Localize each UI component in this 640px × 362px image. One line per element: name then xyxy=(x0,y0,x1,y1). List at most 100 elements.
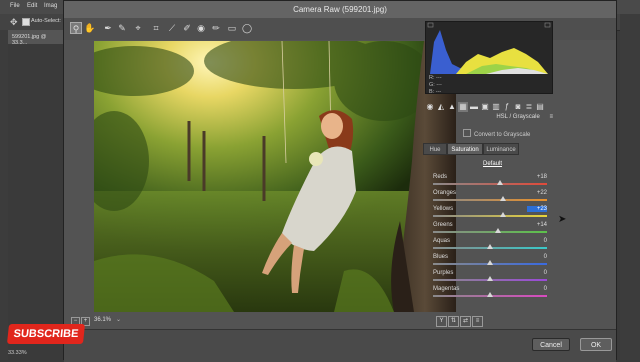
tone-curve-icon[interactable]: ◭ xyxy=(436,102,446,112)
slider-thumb-aquas[interactable] xyxy=(487,244,493,249)
lens-corrections-icon[interactable]: ▣ xyxy=(480,102,490,112)
slider-value-magentas[interactable]: 0 xyxy=(527,286,547,292)
before-after-icon[interactable]: Y xyxy=(436,316,447,327)
fx-icon[interactable]: ƒ xyxy=(502,102,512,112)
zoom-icon[interactable]: ⚲ xyxy=(70,22,82,34)
detail-icon[interactable]: ▲ xyxy=(447,102,457,112)
menu-edit[interactable]: Edit xyxy=(27,3,37,9)
r-value: --- xyxy=(436,75,442,81)
slider-value-aquas[interactable]: 0 xyxy=(527,238,547,244)
slider-yellows[interactable]: Yellows +23 xyxy=(433,206,553,222)
slider-label-blues: Blues xyxy=(433,254,449,260)
slider-oranges[interactable]: Oranges +22 xyxy=(433,190,553,206)
ps-right-panel xyxy=(620,14,640,360)
zoom-bar: − + 36.1% ⌄ Y ⇅ ⇄ ≡ xyxy=(64,314,484,328)
slider-magentas[interactable]: Magentas 0 xyxy=(433,286,553,302)
menu-image[interactable]: Imag xyxy=(44,3,57,9)
white-balance-icon[interactable]: ✒ xyxy=(102,22,114,34)
dialog-bottom-bar: Cancel OK xyxy=(64,329,616,362)
slider-thumb-greens[interactable] xyxy=(494,228,501,233)
slider-thumb-blues[interactable] xyxy=(487,260,493,265)
hand-icon[interactable]: ✋ xyxy=(84,22,96,34)
auto-select-label: Auto-Select: xyxy=(31,18,61,24)
g-label: G: xyxy=(429,82,435,88)
slider-label-aquas: Aquas xyxy=(433,238,451,244)
tab-saturation[interactable]: Saturation xyxy=(447,143,483,155)
slider-track-yellows[interactable] xyxy=(433,215,547,217)
swap-settings-icon[interactable]: ⇅ xyxy=(448,316,459,327)
ok-button[interactable]: OK xyxy=(580,338,612,351)
cancel-button[interactable]: Cancel xyxy=(532,338,570,351)
slider-track-greens[interactable] xyxy=(433,231,547,233)
slider-thumb-yellows[interactable] xyxy=(500,212,507,217)
panel-title: HSL / Grayscale ≡ xyxy=(423,114,553,124)
preferences-icon[interactable]: ≡ xyxy=(472,316,483,327)
auto-select-checkbox[interactable] xyxy=(22,18,30,26)
slider-value-blues[interactable]: 0 xyxy=(527,254,547,260)
slider-label-oranges: Oranges xyxy=(433,190,457,196)
move-tool-icon[interactable]: ✥ xyxy=(10,17,18,28)
adjustment-brush-icon[interactable]: ✏ xyxy=(210,22,222,34)
slider-track-reds[interactable] xyxy=(433,183,547,185)
slider-greens[interactable]: Greens +14 xyxy=(433,222,553,238)
rgb-readout: R: --- G: --- B: --- xyxy=(429,75,489,96)
slider-thumb-magentas[interactable] xyxy=(487,292,493,297)
hsl-tabs: Hue Saturation Luminance xyxy=(423,143,553,156)
straighten-icon[interactable]: ⟋ xyxy=(166,22,178,34)
convert-grayscale-label: Convert to Grayscale xyxy=(474,132,531,138)
slider-value-purples[interactable]: 0 xyxy=(527,270,547,276)
slider-aquas[interactable]: Aquas 0 xyxy=(433,238,553,254)
panel-menu-icon[interactable]: ≡ xyxy=(549,114,553,120)
target-adjust-icon[interactable]: ⌖ xyxy=(132,22,144,34)
slider-label-magentas: Magentas xyxy=(433,286,460,292)
basic-panel-icon[interactable]: ◉ xyxy=(425,102,435,112)
tab-luminance[interactable]: Luminance xyxy=(483,143,519,155)
red-eye-icon[interactable]: ◉ xyxy=(195,22,207,34)
menu-file[interactable]: File xyxy=(10,3,20,9)
copy-settings-icon[interactable]: ⇄ xyxy=(460,316,471,327)
hsl-icon[interactable]: ▦ xyxy=(458,102,468,112)
slider-reds[interactable]: Reds +18 xyxy=(433,174,553,190)
spot-removal-icon[interactable]: ✐ xyxy=(181,22,193,34)
image-preview[interactable] xyxy=(94,41,456,312)
slider-thumb-oranges[interactable] xyxy=(499,196,506,201)
effects-icon[interactable]: ▥ xyxy=(491,102,501,112)
crop-icon[interactable]: ⌗ xyxy=(150,22,162,34)
slider-track-oranges[interactable] xyxy=(433,199,547,201)
image-preview-frame xyxy=(94,41,456,312)
graduated-filter-icon[interactable]: ▭ xyxy=(226,22,238,34)
radial-filter-icon[interactable]: ◯ xyxy=(241,22,253,34)
ps-document-tab[interactable]: 599201.jpg @ 33.3... xyxy=(8,30,63,46)
ps-toolbox xyxy=(0,30,8,360)
convert-grayscale-checkbox[interactable] xyxy=(463,129,471,137)
snapshots-icon[interactable]: ▤ xyxy=(535,102,545,112)
dialog-title: Camera Raw (599201.jpg) xyxy=(64,1,616,19)
default-link[interactable]: Default xyxy=(483,161,502,167)
b-label: B: xyxy=(429,89,435,95)
zoom-level[interactable]: 36.1% xyxy=(94,317,111,323)
convert-grayscale[interactable]: Convert to Grayscale xyxy=(463,129,530,138)
histogram-graph xyxy=(427,22,551,74)
slider-value-yellows[interactable]: +23 xyxy=(527,206,547,212)
slider-label-yellows: Yellows xyxy=(433,206,454,212)
slider-blues[interactable]: Blues 0 xyxy=(433,254,553,270)
camera-calibration-icon[interactable]: ◙ xyxy=(513,102,523,112)
presets-icon[interactable]: ≣ xyxy=(524,102,534,112)
slider-value-reds[interactable]: +18 xyxy=(527,174,547,180)
slider-purples[interactable]: Purples 0 xyxy=(433,270,553,286)
mouse-cursor-icon: ➤ xyxy=(558,214,567,225)
slider-label-purples: Purples xyxy=(433,270,454,276)
g-value: --- xyxy=(436,82,442,88)
subscribe-badge[interactable]: SUBSCRIBE xyxy=(6,324,86,344)
slider-value-oranges[interactable]: +22 xyxy=(527,190,547,196)
panel-title-text: HSL / Grayscale xyxy=(496,114,540,120)
camera-raw-dialog: Camera Raw (599201.jpg) ⚲ ✋ ✒ ✎ ⌖ ⌗ ⟋ ✐ … xyxy=(63,0,617,362)
slider-thumb-purples[interactable] xyxy=(487,276,493,281)
slider-value-greens[interactable]: +14 xyxy=(527,222,547,228)
r-label: R: xyxy=(429,75,435,81)
split-toning-icon[interactable]: ▬ xyxy=(469,102,479,112)
slider-thumb-reds[interactable] xyxy=(497,180,504,185)
color-sampler-icon[interactable]: ✎ xyxy=(116,22,128,34)
tab-hue[interactable]: Hue xyxy=(423,143,447,155)
zoom-dropdown-icon[interactable]: ⌄ xyxy=(116,316,121,323)
